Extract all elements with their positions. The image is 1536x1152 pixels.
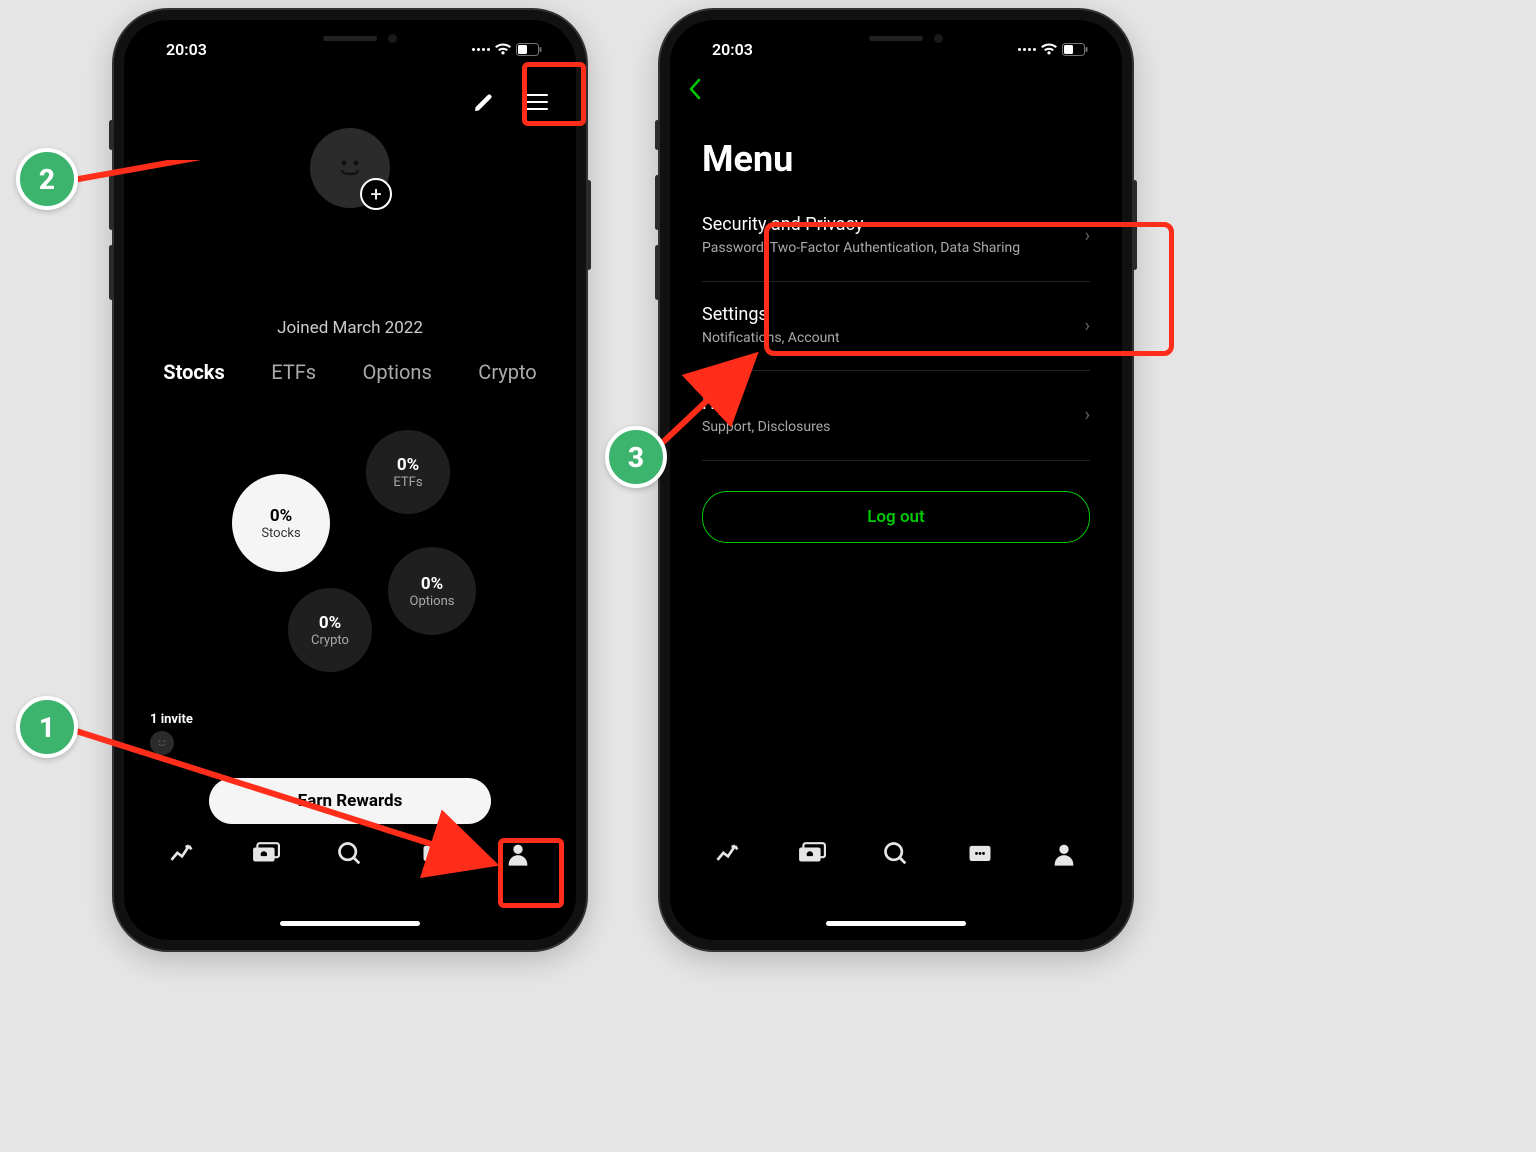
chevron-right-icon: › xyxy=(1085,315,1090,336)
tab-messages-icon[interactable] xyxy=(966,840,994,868)
menu-item-help[interactable]: Help Support, Disclosures › xyxy=(702,371,1090,461)
battery-icon xyxy=(516,43,542,56)
bubble-etfs[interactable]: 0% ETFs xyxy=(366,430,450,514)
menu-item-title: Security and Privacy xyxy=(702,214,1068,235)
bubble-options[interactable]: 0% Options xyxy=(388,547,476,635)
joined-date: Joined March 2022 xyxy=(128,318,572,338)
step-badge-2: 2 xyxy=(16,148,78,210)
step-badge-1: 1 xyxy=(16,696,78,758)
bubble-crypto[interactable]: 0% Crypto xyxy=(288,588,372,672)
phone-frame-right: 20:03 Menu Security and Privacy Password… xyxy=(658,8,1134,952)
tab-options[interactable]: Options xyxy=(363,360,432,384)
notch xyxy=(255,24,445,52)
tab-crypto[interactable]: Crypto xyxy=(478,360,536,384)
status-icons xyxy=(472,42,542,56)
home-indicator[interactable] xyxy=(280,921,420,926)
tab-cash-icon[interactable] xyxy=(252,840,280,868)
menu-item-security[interactable]: Security and Privacy Password, Two-Facto… xyxy=(702,192,1090,282)
tab-search-icon[interactable] xyxy=(882,840,910,868)
tab-cash-icon[interactable] xyxy=(798,840,826,868)
bubble-stocks[interactable]: 0% Stocks xyxy=(232,474,330,572)
menu-icon[interactable] xyxy=(514,80,558,124)
invite-count: 1 invite xyxy=(150,712,193,727)
bubble-pct: 0% xyxy=(270,506,292,526)
step-badge-3: 3 xyxy=(605,426,667,488)
chevron-right-icon: › xyxy=(1085,226,1090,247)
earn-rewards-button[interactable]: Earn Rewards xyxy=(209,778,491,824)
wifi-icon xyxy=(494,42,512,56)
invite-row: 1 invite xyxy=(128,712,572,755)
logout-button[interactable]: Log out xyxy=(702,491,1090,543)
screen-profile: 20:03 + Jo xyxy=(128,24,572,936)
status-time: 20:03 xyxy=(166,40,207,59)
add-photo-icon[interactable]: + xyxy=(360,178,392,210)
page-title: Menu xyxy=(674,108,1118,192)
notch xyxy=(801,24,991,52)
tab-profile-icon[interactable] xyxy=(1050,840,1078,868)
tab-stocks[interactable]: Stocks xyxy=(163,360,225,384)
category-tabs: Stocks ETFs Options Crypto xyxy=(128,360,572,384)
phone-frame-left: 20:03 + Jo xyxy=(112,8,588,952)
edit-icon[interactable] xyxy=(472,90,496,114)
menu-item-settings[interactable]: Settings Notifications, Account › xyxy=(702,282,1090,372)
menu-item-subtitle: Password, Two-Factor Authentication, Dat… xyxy=(702,239,1068,259)
avatar[interactable]: + xyxy=(128,128,572,208)
tab-profile-icon[interactable] xyxy=(504,840,532,868)
chevron-right-icon: › xyxy=(1085,405,1090,426)
tab-messages-icon[interactable] xyxy=(420,840,448,868)
screen-menu: 20:03 Menu Security and Privacy Password… xyxy=(674,24,1118,936)
portfolio-bubbles: 0% Stocks 0% ETFs 0% Options 0% Crypto xyxy=(128,412,572,712)
home-indicator[interactable] xyxy=(826,921,966,926)
tab-etfs[interactable]: ETFs xyxy=(271,360,316,384)
back-button[interactable] xyxy=(674,74,1118,108)
tab-chart-icon[interactable] xyxy=(168,840,196,868)
tab-chart-icon[interactable] xyxy=(714,840,742,868)
wifi-icon xyxy=(1040,42,1058,56)
bubble-label: Stocks xyxy=(261,526,300,541)
battery-icon xyxy=(1062,43,1088,56)
menu-list: Security and Privacy Password, Two-Facto… xyxy=(674,192,1118,461)
invite-avatar-icon xyxy=(150,731,174,755)
status-time: 20:03 xyxy=(712,40,753,59)
tab-search-icon[interactable] xyxy=(336,840,364,868)
